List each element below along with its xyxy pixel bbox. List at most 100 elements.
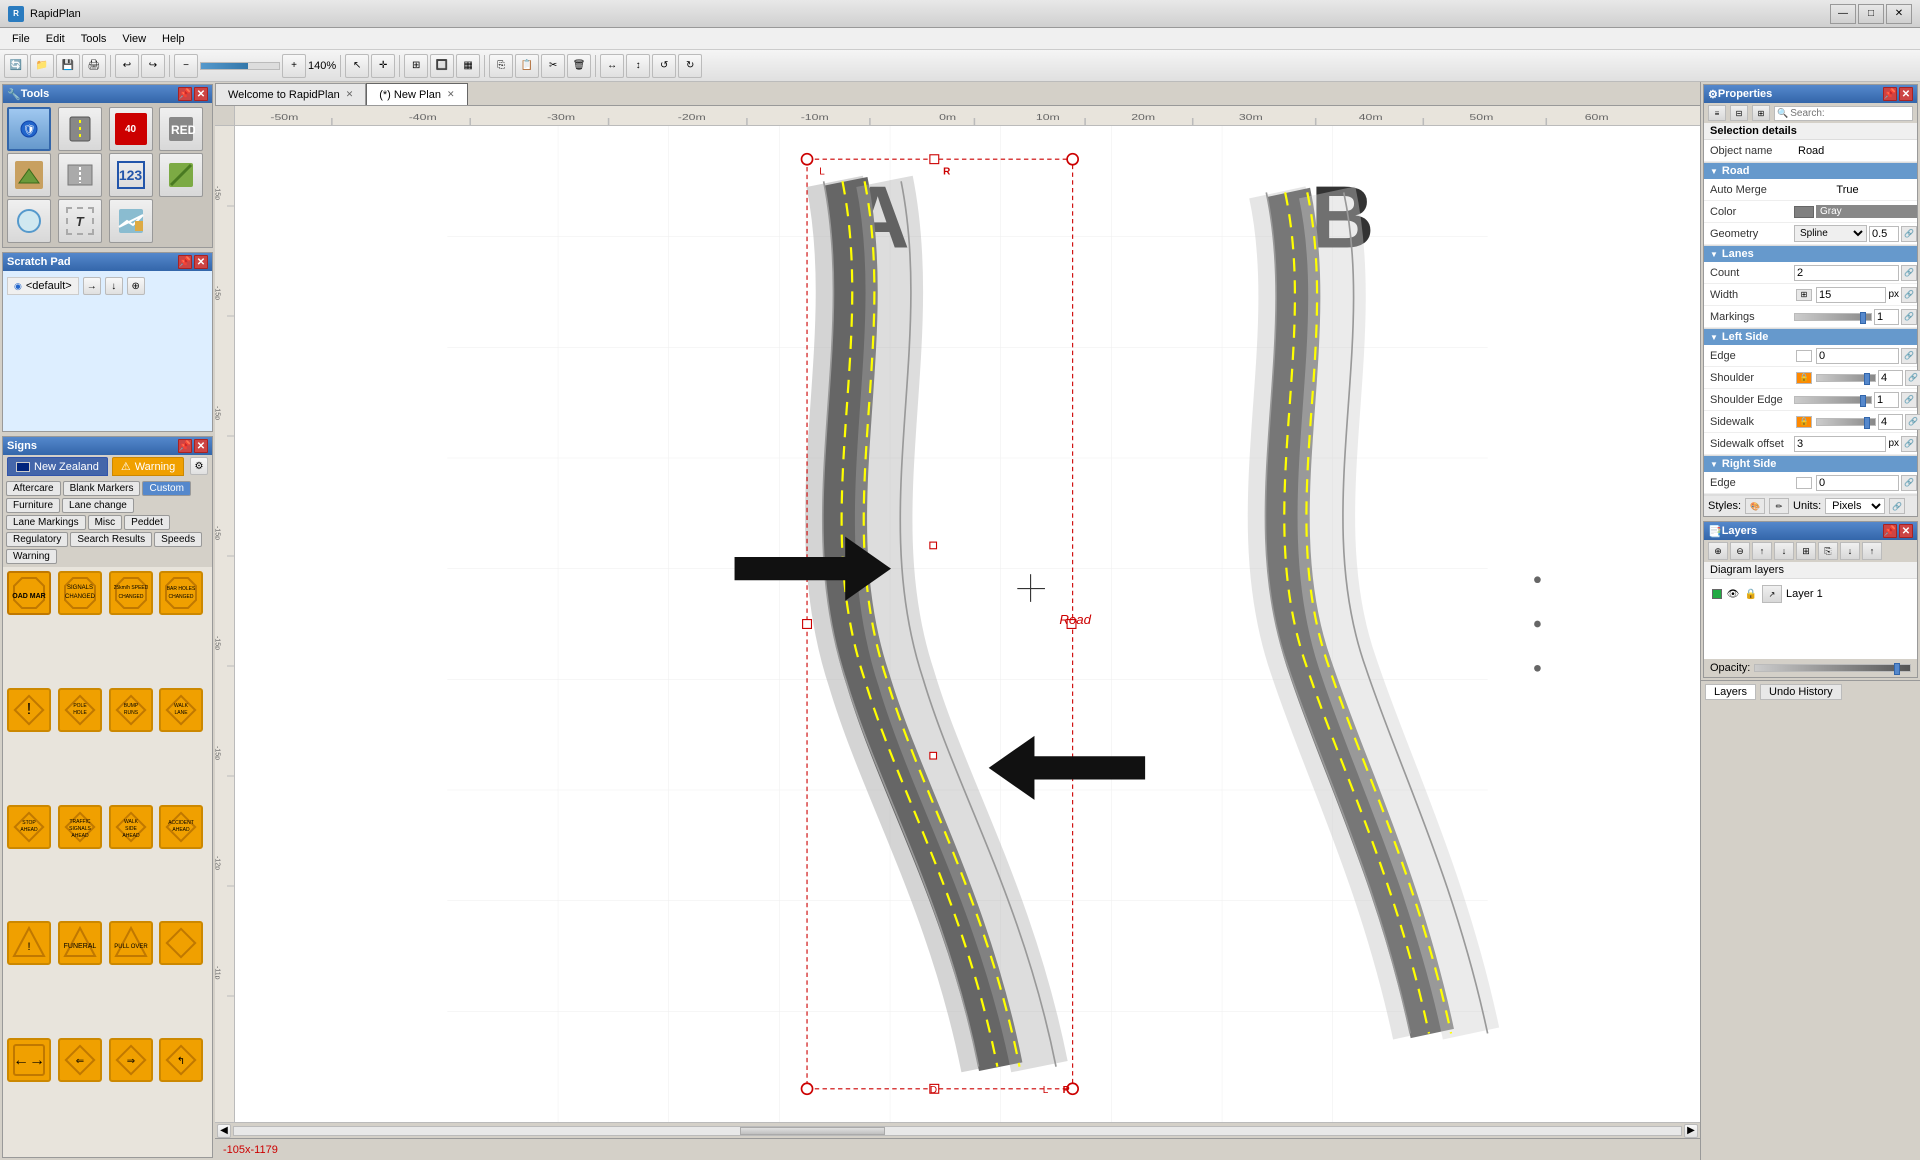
tab-welcome[interactable]: Welcome to RapidPlan ✕ [215, 83, 366, 105]
sidewalk-input[interactable] [1878, 414, 1903, 430]
cat-furniture[interactable]: Furniture [6, 498, 60, 513]
right-side-header[interactable]: ▼ Right Side [1704, 456, 1917, 472]
sign-item-4[interactable]: BAR HOLESCHANGED [159, 571, 203, 615]
tb-redo[interactable]: ↪ [141, 54, 165, 78]
h-scrollbar[interactable]: ◀ ▶ [215, 1122, 1700, 1138]
sign-item-6[interactable]: POLEHOLE [58, 688, 102, 732]
tool-lane[interactable] [58, 153, 102, 197]
sign-item-20[interactable]: ↰ [159, 1038, 203, 1082]
sign-item-12[interactable]: ACCIDENTAHEAD [159, 805, 203, 849]
zoom-out[interactable]: − [174, 54, 198, 78]
menu-edit[interactable]: Edit [38, 31, 73, 47]
close-button[interactable]: ✕ [1886, 4, 1912, 24]
tb-undo[interactable]: ↩ [115, 54, 139, 78]
tool-road[interactable] [58, 107, 102, 151]
cat-regulatory[interactable]: Regulatory [6, 532, 68, 547]
props-close[interactable]: ✕ [1899, 87, 1913, 101]
sidewalk-link-btn[interactable]: 🔗 [1905, 414, 1920, 430]
markings-input[interactable] [1874, 309, 1899, 325]
h-scroll-thumb[interactable] [740, 1127, 885, 1135]
scratch-btn3[interactable]: ⊕ [127, 277, 145, 295]
shoulder-edge-input[interactable] [1874, 392, 1899, 408]
scratch-btn2[interactable]: ↓ [105, 277, 123, 295]
tool-map[interactable] [109, 199, 153, 243]
layers-tb-del[interactable]: ⊖ [1730, 542, 1750, 560]
color-value[interactable]: Gray [1816, 205, 1917, 218]
menu-file[interactable]: File [4, 31, 38, 47]
tb-delete[interactable]: 🗑 [567, 54, 591, 78]
signs-close[interactable]: ✕ [194, 439, 208, 453]
markings-slider[interactable] [1794, 313, 1872, 321]
count-link-btn[interactable]: 🔗 [1901, 265, 1917, 281]
tools-close-btn[interactable]: ✕ [194, 87, 208, 101]
layer-1-eye[interactable]: 👁 [1726, 587, 1740, 601]
left-edge-check[interactable] [1796, 350, 1812, 362]
signs-settings[interactable]: ⚙ [190, 457, 208, 475]
sign-item-5[interactable]: ! [7, 688, 51, 732]
left-edge-link-btn[interactable]: 🔗 [1901, 348, 1917, 364]
layers-close[interactable]: ✕ [1899, 524, 1913, 538]
layer-1-item[interactable]: 👁 🔒 ↗ Layer 1 [1708, 583, 1913, 605]
scroll-right[interactable]: ▶ [1684, 1124, 1698, 1138]
tool-terrain[interactable] [7, 153, 51, 197]
scratch-add[interactable]: → [83, 277, 101, 295]
sign-item-18[interactable]: ⇐ [58, 1038, 102, 1082]
tb-copy[interactable]: ⎘ [489, 54, 513, 78]
left-edge-input[interactable] [1816, 348, 1899, 364]
tool-select[interactable]: 🛡 [7, 107, 51, 151]
layer-1-export[interactable]: ↗ [1762, 585, 1782, 603]
tool-sign[interactable]: 40 [109, 107, 153, 151]
shoulder-edge-slider[interactable] [1794, 396, 1872, 404]
zoom-in[interactable]: + [282, 54, 306, 78]
layers-pin[interactable]: 📌 [1883, 524, 1897, 538]
cat-peddet[interactable]: Peddet [124, 515, 170, 530]
signs-tab-nz[interactable]: New Zealand [7, 457, 108, 476]
tb-table[interactable]: ▦ [456, 54, 480, 78]
props-tb1[interactable]: ≡ [1708, 105, 1726, 121]
props-pin[interactable]: 📌 [1883, 87, 1897, 101]
layers-tb-export[interactable]: ↑ [1862, 542, 1882, 560]
scratch-pin[interactable]: 📌 [178, 255, 192, 269]
geometry-link-btn[interactable]: 🔗 [1901, 226, 1917, 242]
layers-tb-dup[interactable]: ⎘ [1818, 542, 1838, 560]
tab-welcome-close[interactable]: ✕ [346, 89, 354, 100]
sign-item-19[interactable]: ⇒ [109, 1038, 153, 1082]
styles-btn1[interactable]: 🎨 [1745, 498, 1765, 514]
tool-text[interactable]: T [58, 199, 102, 243]
sign-item-9[interactable]: STOPAHEAD [7, 805, 51, 849]
width-check[interactable]: ⊞ [1796, 289, 1812, 301]
sign-item-3[interactable]: 25km/h SPEEDCHANGED [109, 571, 153, 615]
cat-misc[interactable]: Misc [88, 515, 123, 530]
cat-aftercare[interactable]: Aftercare [6, 481, 61, 496]
tb-snap[interactable]: 🔲 [430, 54, 454, 78]
sign-item-16[interactable] [159, 921, 203, 965]
right-edge-link-btn[interactable]: 🔗 [1901, 475, 1917, 491]
tb-rotate-r[interactable]: ↻ [678, 54, 702, 78]
scratch-default-item[interactable]: ◉ <default> [7, 277, 79, 295]
layers-tb-import[interactable]: ↓ [1840, 542, 1860, 560]
shoulder-link-btn[interactable]: 🔗 [1905, 370, 1920, 386]
sign-item-2[interactable]: SIGNALSCHANGED [58, 571, 102, 615]
tb-select[interactable]: ↖ [345, 54, 369, 78]
opacity-slider[interactable] [1754, 664, 1911, 672]
minimize-button[interactable]: — [1830, 4, 1856, 24]
styles-btn2[interactable]: ✏ [1769, 498, 1789, 514]
cat-blank[interactable]: Blank Markers [63, 481, 141, 496]
sidewalk-check[interactable]: 🔒 [1796, 416, 1812, 428]
props-search-input[interactable] [1790, 108, 1870, 119]
tb-cut[interactable]: ✂ [541, 54, 565, 78]
cat-searchresults[interactable]: Search Results [70, 532, 152, 547]
color-swatch[interactable] [1794, 206, 1814, 218]
props-tb3[interactable]: ⊞ [1752, 105, 1770, 121]
scratch-close[interactable]: ✕ [194, 255, 208, 269]
tb-grid[interactable]: ⊞ [404, 54, 428, 78]
units-select[interactable]: Pixels Meters [1825, 498, 1885, 514]
tb-open[interactable]: 📁 [30, 54, 54, 78]
bottom-tab-layers[interactable]: Layers [1705, 684, 1756, 700]
tb-print[interactable]: 🖨 [82, 54, 106, 78]
layers-tb-down[interactable]: ↓ [1774, 542, 1794, 560]
sign-item-13[interactable]: ! [7, 921, 51, 965]
tb-flip-v[interactable]: ↕ [626, 54, 650, 78]
sign-item-7[interactable]: BUMPRUNS [109, 688, 153, 732]
sign-item-15[interactable]: PULL OVER [109, 921, 153, 965]
